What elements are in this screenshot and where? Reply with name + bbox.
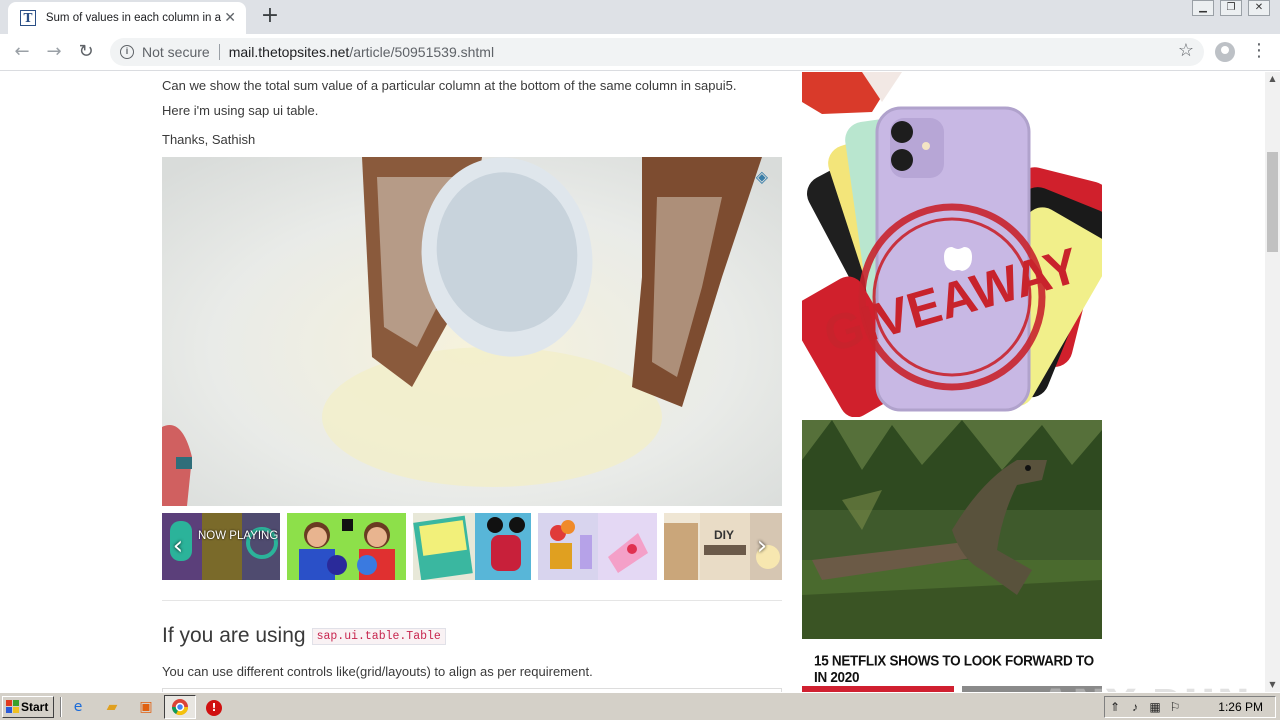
site-favicon-icon: T bbox=[20, 10, 36, 26]
video-frame-image bbox=[162, 157, 782, 506]
clock: 1:26 PM bbox=[1218, 700, 1263, 714]
browser-tab[interactable]: T Sum of values in each column in a tabl… bbox=[8, 2, 246, 34]
tab-title: Sum of values in each column in a table bbox=[45, 12, 222, 24]
question-text: Can we show the total sum value of a par… bbox=[162, 78, 737, 93]
carousel-thumb-1[interactable]: ‹ NOW PLAYING bbox=[162, 513, 280, 580]
chrome-icon bbox=[171, 699, 189, 716]
carousel-thumb-5[interactable]: DIY › bbox=[664, 513, 782, 580]
carousel-next-icon[interactable]: › bbox=[752, 531, 772, 561]
netflix-ad[interactable]: 15 NETFLIX SHOWS TO LOOK FORWARD TO IN 2… bbox=[802, 420, 1102, 686]
menu-dots-icon[interactable]: ⋮ bbox=[1250, 40, 1268, 61]
info-icon[interactable]: i bbox=[120, 45, 134, 59]
inline-code: sap.ui.table.Table bbox=[311, 627, 446, 645]
tray-arrow-icon[interactable]: ⇑ bbox=[1105, 700, 1125, 714]
answer-divider bbox=[162, 600, 782, 601]
carousel-thumb-4[interactable] bbox=[538, 513, 657, 580]
url-path: /article/50951539.shtml bbox=[349, 44, 495, 60]
giveaway-ad[interactable]: GIVEAWAY bbox=[802, 72, 1102, 417]
dinosaur-image bbox=[802, 420, 1102, 639]
windows-taskbar: Start e ▰ ▣ ! ⇑ ♪ ▦ ⚐ 1:26 PM bbox=[0, 692, 1280, 720]
start-button[interactable]: Start bbox=[2, 696, 54, 718]
anyrun-watermark: ANY RUN bbox=[1040, 682, 1251, 692]
carousel-thumb-3[interactable] bbox=[413, 513, 531, 580]
system-tray: ⇑ ♪ ▦ ⚐ 1:26 PM bbox=[1104, 696, 1276, 718]
tab-strip: T Sum of values in each column in a tabl… bbox=[0, 0, 1280, 34]
media-player-icon[interactable]: ▣ bbox=[136, 697, 156, 717]
browser-toolbar: ← → ↻ i Not secure mail.thetopsites.net /… bbox=[0, 34, 1280, 71]
forward-icon[interactable]: → bbox=[42, 40, 66, 64]
signature-text: Thanks, Sathish bbox=[162, 132, 256, 147]
answer-text: You can use different controls like(grid… bbox=[162, 664, 593, 679]
taskbar-separator bbox=[60, 697, 62, 717]
answer-heading: If you are using sap.ui.table.Table bbox=[162, 624, 446, 648]
volume-icon[interactable]: ♪ bbox=[1125, 700, 1145, 714]
scroll-thumb[interactable] bbox=[1267, 152, 1278, 252]
now-playing-label: NOW PLAYING bbox=[198, 530, 279, 542]
reload-icon[interactable]: ↻ bbox=[74, 40, 98, 64]
back-icon[interactable]: ← bbox=[10, 40, 34, 64]
page-content: Can we show the total sum value of a par… bbox=[0, 72, 1265, 692]
netflix-ad-caption: 15 NETFLIX SHOWS TO LOOK FORWARD TO IN 2… bbox=[814, 652, 1094, 686]
stop-icon[interactable]: ! bbox=[204, 697, 224, 717]
carousel-thumb-2[interactable] bbox=[287, 513, 406, 580]
chrome-taskbar-button[interactable] bbox=[164, 695, 196, 719]
scroll-down-icon[interactable]: ▼ bbox=[1265, 678, 1280, 692]
bookmark-star-icon[interactable]: ☆ bbox=[1178, 40, 1194, 61]
question-text-2: Here i'm using sap ui table. bbox=[162, 103, 319, 118]
close-window-button[interactable]: ✕ bbox=[1248, 0, 1270, 16]
restore-button[interactable]: ❐ bbox=[1220, 0, 1242, 16]
window-controls: ▁ ❐ ✕ bbox=[1192, 0, 1270, 16]
scroll-up-icon[interactable]: ▲ bbox=[1265, 72, 1280, 86]
ie-icon[interactable]: e bbox=[68, 697, 88, 717]
network-icon[interactable]: ▦ bbox=[1145, 700, 1165, 714]
windows-logo-icon bbox=[6, 700, 19, 713]
address-bar[interactable]: i Not secure mail.thetopsites.net/articl… bbox=[110, 38, 1204, 66]
tab-close-icon[interactable]: ✕ bbox=[222, 10, 238, 26]
carousel-prev-icon[interactable]: ‹ bbox=[168, 531, 188, 561]
svg-text:DIY: DIY bbox=[714, 528, 734, 542]
answer-heading-text: If you are using bbox=[162, 624, 306, 647]
flag-icon[interactable]: ⚐ bbox=[1165, 700, 1185, 714]
omnibox-separator bbox=[218, 44, 220, 60]
video-player[interactable]: ◈ bbox=[162, 157, 782, 506]
minimize-button[interactable]: ▁ bbox=[1192, 0, 1214, 16]
start-label: Start bbox=[21, 700, 49, 714]
page-scrollbar[interactable]: ▲ ▼ bbox=[1265, 72, 1280, 692]
profile-avatar-icon[interactable] bbox=[1215, 42, 1235, 62]
new-tab-button[interactable]: + bbox=[258, 4, 282, 28]
url-host: mail.thetopsites.net bbox=[228, 44, 350, 60]
video-carousel: ‹ NOW PLAYING DIY › bbox=[162, 513, 782, 580]
folder-icon[interactable]: ▰ bbox=[102, 697, 122, 717]
security-label: Not secure bbox=[142, 44, 210, 60]
player-logo-icon[interactable]: ◈ bbox=[756, 167, 768, 186]
